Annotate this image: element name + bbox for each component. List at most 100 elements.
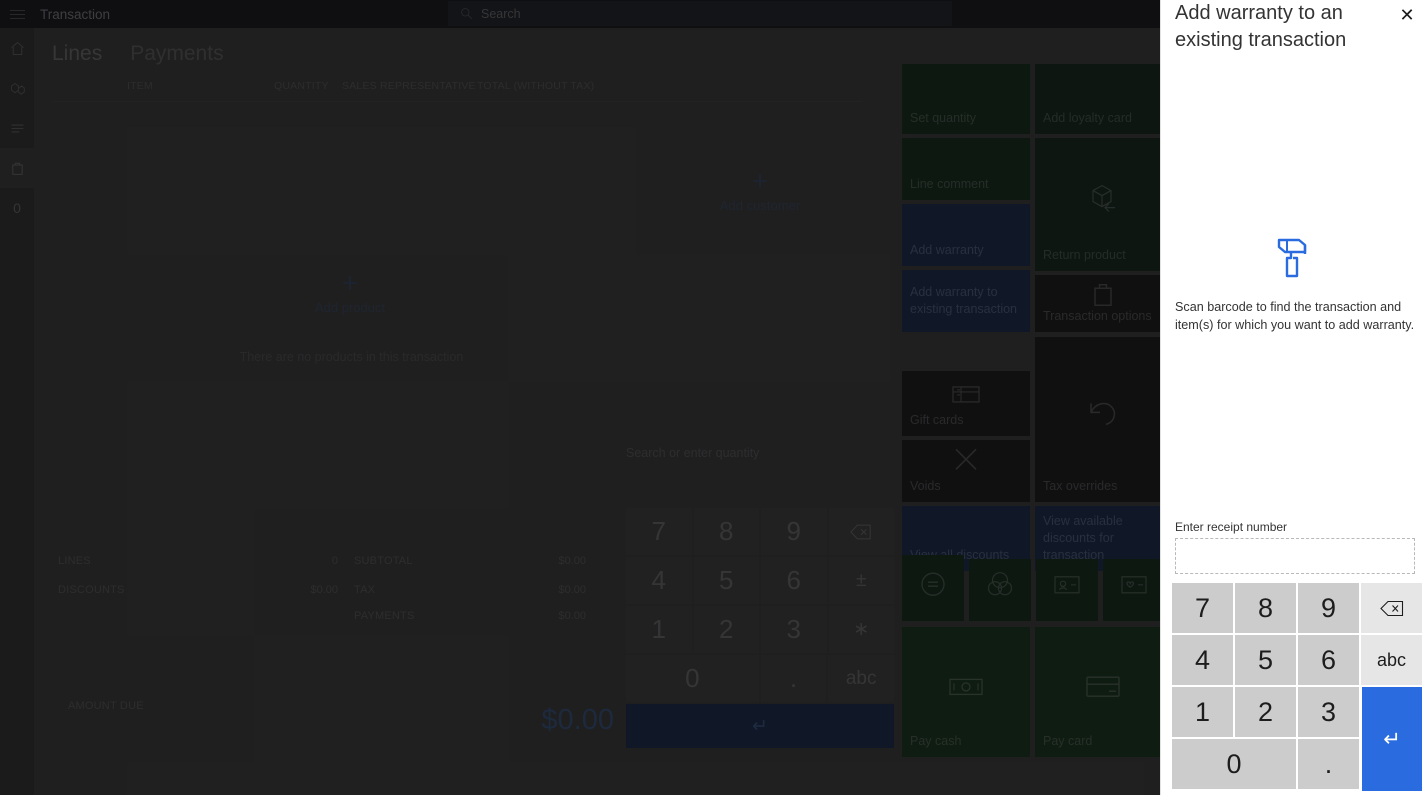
plus-icon: + [342, 268, 358, 298]
dialog-numpad-key-9[interactable]: 9 [1298, 583, 1359, 633]
tile-currency[interactable] [969, 559, 1031, 621]
equals-circle-icon [919, 570, 947, 603]
tile-transaction-options[interactable]: Transaction options [1035, 275, 1170, 332]
bag-icon [11, 162, 23, 175]
tile-pay-cash[interactable]: Pay cash [902, 627, 1030, 757]
tile-loyalty-card[interactable] [1103, 559, 1165, 621]
add-product-label: Add product [314, 300, 386, 315]
cart-count: 0 [13, 200, 21, 216]
tab-lines[interactable]: Lines [52, 42, 102, 66]
numpad-key-8[interactable]: 8 [693, 508, 759, 555]
tile-line-comment[interactable]: Line comment [902, 138, 1030, 200]
dialog-numpad-key-0[interactable]: 0 [1172, 739, 1296, 789]
backspace-icon [1379, 600, 1403, 616]
search-input[interactable]: Search [448, 1, 952, 26]
numpad-key-asterisk[interactable]: ∗ [828, 606, 894, 653]
tile-return-product[interactable]: Return product [1035, 138, 1170, 271]
numpad-key-1[interactable]: 1 [626, 606, 692, 653]
tile-price-check[interactable] [902, 559, 964, 621]
amount-due-label: AMOUNT DUE [68, 700, 144, 712]
numpad-key-9[interactable]: 9 [761, 508, 827, 555]
payments-label: PAYMENTS [354, 610, 415, 622]
dialog-numpad-key-abc[interactable]: abc [1361, 635, 1422, 685]
dialog-numpad-key-6[interactable]: 6 [1298, 635, 1359, 685]
backspace-icon[interactable] [828, 508, 894, 555]
add-warranty-dialog: Add warranty to an existing transaction … [1160, 0, 1428, 795]
tile-voids[interactable]: Voids [902, 440, 1030, 502]
numpad-key-5[interactable]: 5 [693, 557, 759, 604]
add-product-button[interactable]: + Add product [282, 268, 418, 316]
sidebar-item-products[interactable] [0, 68, 34, 108]
products-icon [10, 82, 25, 95]
numpad-key-plusminus[interactable]: ± [828, 557, 894, 604]
hamburger-icon[interactable] [0, 0, 34, 28]
main-numpad: 7 8 9 4 5 6 ± 1 2 3 ∗ 0 . abc ↵ [626, 508, 894, 748]
list-icon [11, 124, 23, 132]
discounts-value: $0.00 [310, 584, 338, 596]
tile-label: Set quantity [910, 111, 977, 125]
numpad-key-decimal[interactable]: . [760, 655, 827, 702]
tile-label: View available discounts for transaction [1043, 514, 1123, 562]
tile-customer-card[interactable] [1036, 559, 1098, 621]
app-root: Transaction Search 0 Lines Payments ITEM… [0, 0, 1428, 795]
tile-label: Pay cash [910, 734, 962, 748]
tab-payments[interactable]: Payments [130, 42, 223, 66]
close-icon[interactable]: ✕ [1394, 2, 1420, 28]
backspace-icon [850, 524, 871, 539]
quantity-hint: Search or enter quantity [626, 446, 760, 460]
numpad-key-4[interactable]: 4 [626, 557, 692, 604]
add-customer-label: Add customer [719, 198, 801, 213]
dialog-enter-button[interactable]: ↵ [1362, 687, 1422, 791]
receipt-number-input[interactable] [1175, 538, 1415, 574]
tile-set-quantity[interactable]: Set quantity [902, 64, 1030, 134]
dialog-numpad-key-2[interactable]: 2 [1235, 687, 1296, 737]
dialog-numpad-key-8[interactable]: 8 [1235, 583, 1296, 633]
left-rail: 0 [0, 28, 34, 795]
tile-tax-overrides[interactable]: Tax overrides [1035, 337, 1170, 502]
cash-icon [946, 673, 986, 704]
tax-value: $0.00 [558, 584, 586, 596]
dialog-numpad-key-7[interactable]: 7 [1172, 583, 1233, 633]
sidebar-item-cart[interactable] [0, 148, 34, 188]
numpad-key-6[interactable]: 6 [761, 557, 827, 604]
empty-state-message: There are no products in this transactio… [239, 350, 464, 364]
undo-arrow-icon [1083, 395, 1123, 436]
lines-table-header: ITEM QUANTITY SALES REPRESENTATIVE TOTAL… [52, 76, 862, 102]
numpad-enter-button[interactable]: ↵ [626, 704, 894, 748]
sidebar-item-list[interactable] [0, 108, 34, 148]
plus-icon: + [752, 166, 768, 196]
dialog-numpad-key-1[interactable]: 1 [1172, 687, 1233, 737]
tile-pay-card[interactable]: Pay card [1035, 627, 1170, 757]
column-total: TOTAL (WITHOUT TAX) [477, 80, 595, 92]
tile-add-warranty-existing[interactable]: Add warranty to existing transaction [902, 270, 1030, 332]
dialog-title: Add warranty to an existing transaction [1175, 2, 1347, 51]
search-placeholder: Search [481, 6, 521, 21]
add-customer-button[interactable]: + Add customer [692, 166, 828, 214]
tile-add-loyalty-card[interactable]: Add loyalty card [1035, 64, 1170, 134]
receipt-number-label: Enter receipt number [1175, 520, 1288, 534]
close-x-icon [952, 445, 980, 478]
column-sales-rep: SALES REPRESENTATIVE [342, 80, 476, 92]
discounts-label: DISCOUNTS [58, 584, 125, 596]
lines-label: LINES [58, 555, 91, 567]
search-icon [461, 8, 473, 20]
dialog-numpad-key-4[interactable]: 4 [1172, 635, 1233, 685]
numpad-key-7[interactable]: 7 [626, 508, 692, 555]
dialog-numpad-key-3[interactable]: 3 [1298, 687, 1359, 737]
numpad-key-3[interactable]: 3 [761, 606, 827, 653]
dialog-numpad-key-5[interactable]: 5 [1235, 635, 1296, 685]
numpad-key-abc[interactable]: abc [828, 655, 894, 702]
amount-due-value: $0.00 [541, 704, 614, 736]
tile-add-warranty[interactable]: Add warranty [902, 204, 1030, 266]
subtotal-label: SUBTOTAL [354, 555, 413, 567]
dialog-numpad-key-decimal[interactable]: . [1297, 739, 1359, 789]
sidebar-item-home[interactable] [0, 28, 34, 68]
tile-label: Add warranty [910, 243, 984, 257]
dialog-backspace-button[interactable] [1361, 583, 1422, 633]
tile-gift-cards[interactable]: Gift cards [902, 371, 1030, 436]
barcode-scanner-icon [1161, 234, 1428, 282]
numpad-key-2[interactable]: 2 [693, 606, 759, 653]
tile-label: Gift cards [910, 413, 964, 427]
loyalty-card-icon [1119, 574, 1149, 601]
numpad-key-0[interactable]: 0 [626, 655, 759, 702]
